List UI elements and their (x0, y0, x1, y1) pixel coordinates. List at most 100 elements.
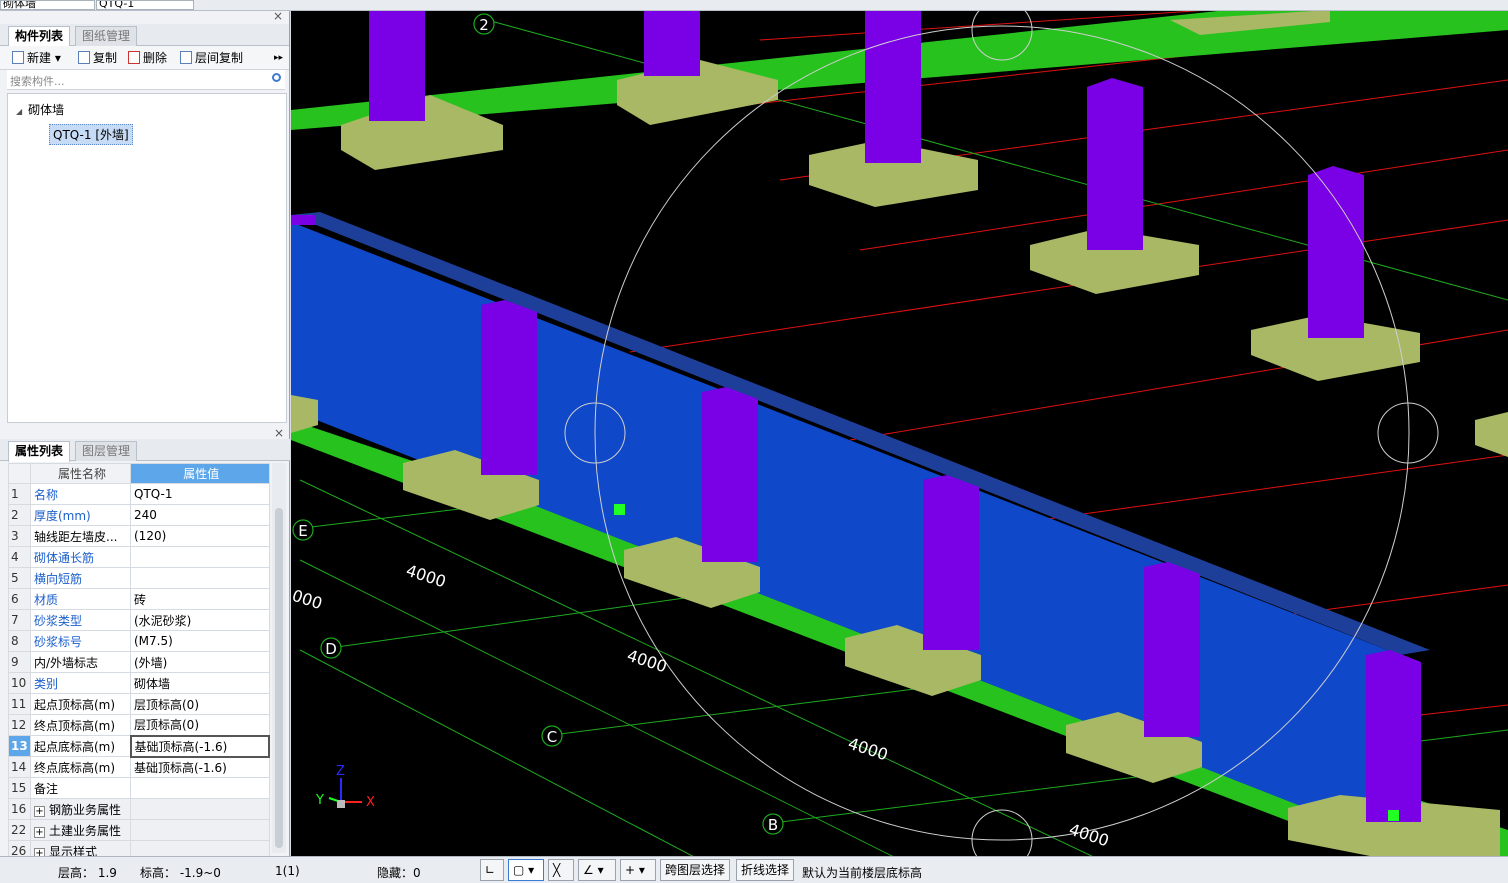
more-icon[interactable]: ▸▸ (274, 50, 283, 66)
axis-label: 2 (479, 16, 489, 34)
search-icon[interactable] (272, 73, 281, 82)
tab-component-list[interactable]: 构件列表 (8, 26, 71, 47)
row-number: 11 (8, 693, 31, 715)
row-number: 13 (8, 735, 31, 757)
row-number: 15 (8, 777, 31, 799)
model-view[interactable]: 2 E D C B 4000 4000 4000 4000 000 Z X Y (291, 11, 1508, 856)
property-value[interactable]: 240 (130, 504, 270, 526)
floor-copy-icon (180, 51, 192, 64)
row-number: 2 (8, 504, 31, 526)
row-number: 8 (8, 630, 31, 652)
property-name: 起点顶标高(m) (30, 693, 131, 715)
property-value[interactable]: (120) (130, 525, 270, 547)
property-table: 属性名称 属性值 1 名称 QTQ-1 2 厚度(mm) 240 3 轴线距左墙皮... (12… (8, 463, 270, 862)
property-value[interactable] (130, 567, 270, 589)
property-row[interactable]: 1 名称 QTQ-1 (8, 483, 270, 505)
select-box-icon[interactable]: ▢ ▾ (508, 859, 544, 881)
property-name: 轴线距左墙皮... (30, 525, 131, 547)
property-row[interactable]: 15 备注 (8, 777, 270, 799)
expand-icon[interactable]: + (34, 805, 45, 817)
grip-point[interactable] (614, 504, 625, 515)
search-input[interactable]: 搜索构件... (7, 70, 285, 90)
property-value[interactable]: 层顶标高(0) (130, 693, 270, 715)
property-name: 内/外墙标志 (30, 651, 131, 673)
tree-category[interactable]: ◢ 砌体墙 (16, 101, 64, 118)
property-name: 材质 (30, 588, 131, 610)
property-value[interactable]: 基础顶标高(-1.6) (129, 734, 270, 758)
property-row[interactable]: 12 终点顶标高(m) 层顶标高(0) (8, 714, 270, 736)
cross-select-icon[interactable]: ╳ (548, 859, 574, 881)
hidden-count: 隐藏：0 (377, 866, 421, 880)
collapse-icon[interactable]: ◢ (16, 107, 22, 116)
tab-property-list[interactable]: 属性列表 (8, 441, 71, 462)
copy-button[interactable]: 复制 (78, 50, 117, 66)
property-row[interactable]: 2 厚度(mm) 240 (8, 504, 270, 526)
axis-label: C (547, 728, 557, 746)
tab-layer-manager[interactable]: 图层管理 (75, 441, 138, 461)
property-row[interactable]: 13 起点底标高(m) 基础顶标高(-1.6) (8, 734, 270, 758)
scroll-thumb[interactable] (275, 508, 283, 848)
property-value[interactable]: 砌体墙 (130, 672, 270, 694)
top-toolbar: 砌体墙 QTQ-1 (0, 0, 1508, 11)
property-value[interactable]: 层顶标高(0) (130, 714, 270, 736)
delete-button[interactable]: 删除 (128, 50, 167, 66)
property-value[interactable]: 基础顶标高(-1.6) (130, 756, 270, 778)
property-row[interactable]: 16 + 钢筋业务属性 (8, 798, 270, 820)
close-icon[interactable]: × (273, 9, 283, 23)
property-row[interactable]: 9 内/外墙标志 (外墙) (8, 651, 270, 673)
new-button[interactable]: 新建 ▾ (12, 50, 61, 66)
property-row[interactable]: 7 砂浆类型 (水泥砂浆) (8, 609, 270, 631)
property-value[interactable]: (M7.5) (130, 630, 270, 652)
property-row[interactable]: 4 砌体通长筋 (8, 546, 270, 568)
floor-copy-button[interactable]: 层间复制 (180, 50, 243, 66)
row-number: 16 (8, 798, 31, 820)
dimension-label: 000 (291, 586, 325, 614)
property-name: 终点底标高(m) (30, 756, 131, 778)
row-number: 1 (8, 483, 31, 505)
property-row[interactable]: 10 类别 砌体墙 (8, 672, 270, 694)
property-row[interactable]: 3 轴线距左墙皮... (120) (8, 525, 270, 547)
gizmo-z-label: Z (336, 764, 345, 779)
ortho-icon[interactable]: ∟ (480, 859, 504, 881)
property-name: 备注 (30, 777, 131, 799)
tab-drawing-manager[interactable]: 图纸管理 (75, 26, 138, 46)
property-value[interactable]: (外墙) (130, 651, 270, 673)
property-value[interactable] (130, 777, 270, 799)
new-icon (12, 51, 24, 64)
polyline-select-button[interactable]: 折线选择 (736, 859, 795, 881)
cross-floor-select-button[interactable]: 跨图层选择 (660, 859, 731, 881)
property-value[interactable]: QTQ-1 (130, 483, 270, 505)
tree-item-qtq1[interactable]: QTQ-1 [外墙] (49, 124, 133, 145)
property-value[interactable] (130, 819, 270, 841)
floor-height: 层高： 1.9 (58, 866, 117, 880)
property-row[interactable]: 5 横向短筋 (8, 567, 270, 589)
property-name: 名称 (30, 483, 131, 505)
snap-icon[interactable]: + ▾ (620, 859, 656, 881)
property-panel: × 属性列表 图层管理 属性名称 属性值 1 名称 QTQ-1 2 厚度(mm) 240 3… (0, 426, 290, 862)
type-selector[interactable]: 砌体墙 (0, 0, 95, 10)
property-row[interactable]: 6 材质砖 (8, 588, 270, 610)
angle-icon[interactable]: ∠ ▾ (578, 859, 616, 881)
expand-icon[interactable]: + (34, 826, 45, 838)
property-tabs: 属性列表 图层管理 (0, 439, 290, 462)
close-icon[interactable]: × (274, 426, 284, 440)
property-row[interactable]: 11 起点顶标高(m) 层顶标高(0) (8, 693, 270, 715)
row-number: 5 (8, 567, 31, 589)
property-value[interactable]: 砖 (130, 588, 270, 610)
property-scrollbar[interactable] (272, 463, 286, 853)
header-value: 属性值 (130, 463, 270, 484)
row-number: 6 (8, 588, 31, 610)
property-row[interactable]: 14 终点底标高(m) 基础顶标高(-1.6) (8, 756, 270, 778)
delete-icon (128, 51, 140, 64)
property-row[interactable]: 22 + 土建业务属性 (8, 819, 270, 841)
property-row[interactable]: 8 砂浆标号 (M7.5) (8, 630, 270, 652)
component-selector[interactable]: QTQ-1 (96, 0, 194, 10)
property-value[interactable] (130, 798, 270, 820)
gizmo-y-label: Y (315, 793, 324, 808)
component-tree: ◢ 砌体墙 QTQ-1 [外墙] (7, 93, 287, 423)
3d-viewport[interactable]: 2 E D C B 4000 4000 4000 4000 000 Z X Y (291, 11, 1508, 856)
grip-point[interactable] (1388, 810, 1399, 821)
property-value[interactable]: (水泥砂浆) (130, 609, 270, 631)
property-value[interactable] (130, 546, 270, 568)
property-name: 起点底标高(m) (30, 735, 131, 757)
